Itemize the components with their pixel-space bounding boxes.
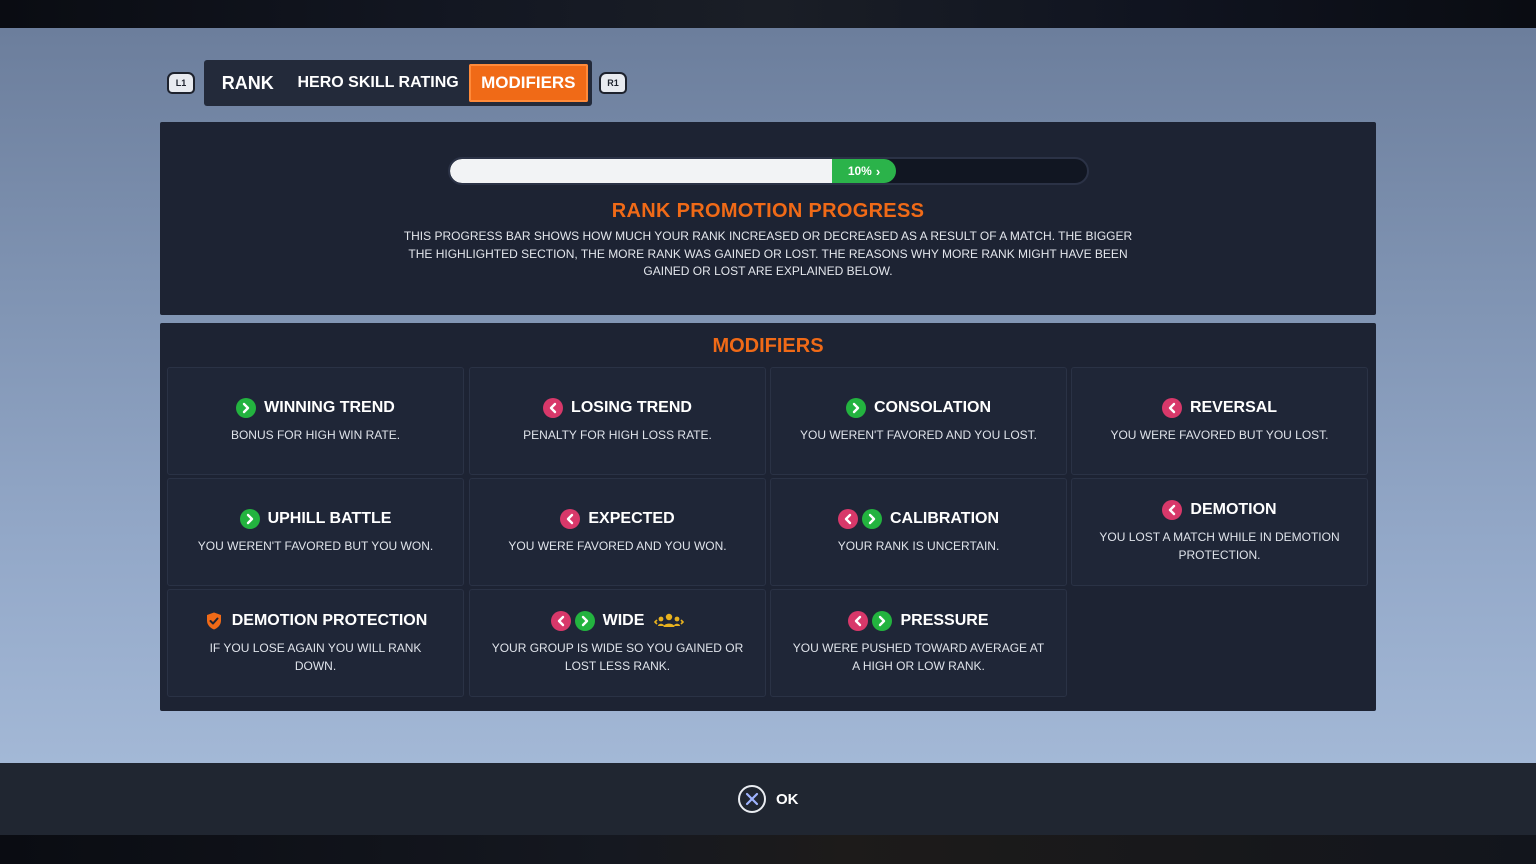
top-strip [0,0,1536,28]
modifier-card-expected: EXPECTED YOU WERE FAVORED AND YOU WON. [469,478,766,586]
ok-button[interactable]: OK [738,785,799,813]
modifier-card-title: DEMOTION PROTECTION [231,612,428,629]
modifier-card-header: UPHILL BATTLE [239,508,392,529]
rank-progress-bar: 10% › [448,157,1089,185]
modifier-card-header: EXPECTED [560,508,675,529]
down-chevron-icon [837,508,858,529]
shield-icon [204,611,224,631]
modifier-card-wide: WIDE YOUR GROUP IS WIDE SO YOU GAINED OR … [469,589,766,697]
modifiers-panel: MODIFIERS WINNING TREND BONUS FOR HIGH WI… [160,323,1376,711]
group-icon [648,611,685,631]
modifier-card-title: LOSING TREND [571,398,692,416]
modifier-card-header: CONSOLATION [845,397,992,418]
modifier-card-title: CONSOLATION [873,398,992,416]
progress-percent-label: 10% [847,164,872,178]
modifier-card-header: WINNING TREND [236,397,395,418]
cross-button-icon [738,785,766,813]
modifier-card-description: YOU WEREN'T FAVORED BUT YOU WON. [197,538,434,553]
modifier-card-description: YOU WERE PUSHED TOWARD AVERAGE AT A HIGH… [792,641,1045,673]
modifier-card-title: DEMOTION [1190,501,1277,518]
modifier-card-title: WINNING TREND [264,398,395,416]
modifier-card-title: REVERSAL [1189,398,1278,416]
modifier-card-calibration: CALIBRATION YOUR RANK IS UNCERTAIN. [770,478,1067,586]
modifier-card-description: YOUR RANK IS UNCERTAIN. [837,538,1000,553]
modifier-card-description: YOU WERE FAVORED AND YOU WON. [508,538,727,553]
modifier-card-winning-trend: WINNING TREND BONUS FOR HIGH WIN RATE. [167,367,464,475]
modifier-card-reversal: REVERSAL YOU WERE FAVORED BUT YOU LOST. [1071,367,1368,475]
up-chevron-icon [574,611,595,631]
modifier-card-header: LOSING TREND [543,397,692,418]
down-chevron-icon [848,611,869,631]
modifier-card-description: BONUS FOR HIGH WIN RATE. [230,427,401,442]
down-chevron-icon [1161,397,1182,418]
modifier-card-losing-trend: LOSING TREND PENALTY FOR HIGH LOSS RATE. [469,367,766,475]
up-chevron-icon [236,397,257,418]
modifier-card-demotion: DEMOTION YOU LOST A MATCH WHILE IN DEMOTI… [1071,478,1368,586]
modifiers-title: MODIFIERS [712,335,824,357]
up-chevron-icon [239,508,260,529]
modifier-card-consolation: CONSOLATION YOU WEREN'T FAVORED AND YOU L… [770,367,1067,475]
modifier-card-description: YOU WERE FAVORED BUT YOU LOST. [1110,427,1329,442]
modifier-card-header: PRESSURE [848,611,989,631]
down-chevron-icon [1162,500,1183,520]
progress-base-fill [450,159,832,183]
progress-description: THIS PROGRESS BAR SHOWS HOW MUCH YOUR RA… [403,229,1133,278]
l1-bumper-icon[interactable]: L1 [167,72,195,94]
ok-label: OK [776,790,799,808]
modifier-card-header: WIDE [550,611,685,631]
up-chevron-icon [861,508,882,529]
modifier-card-header: CALIBRATION [837,508,1000,529]
tab-rank[interactable]: RANK [208,64,288,102]
tab-bar: RANK HERO SKILL RATING MODIFIERS [204,60,592,106]
modifier-card-header: REVERSAL [1161,397,1278,418]
tab-modifiers[interactable]: MODIFIERS [468,64,588,102]
modifier-card-description: YOUR GROUP IS WIDE SO YOU GAINED OR LOST… [491,641,744,673]
modifier-card-title: PRESSURE [900,612,989,629]
rank-progress-panel: 10% › RANK PROMOTION PROGRESS THIS PROGR… [160,122,1376,315]
up-chevron-icon [872,611,893,631]
modifier-card-header: DEMOTION [1162,500,1277,520]
modifier-card-header: DEMOTION PROTECTION [204,611,428,631]
modifier-card-pressure: PRESSURE YOU WERE PUSHED TOWARD AVERAGE A… [770,589,1067,697]
modifier-card-description: YOU WEREN'T FAVORED AND YOU LOST. [799,427,1037,442]
tab-hero-skill-rating[interactable]: HERO SKILL RATING [288,64,469,102]
down-chevron-icon [560,508,581,529]
modifier-card-uphill-battle: UPHILL BATTLE YOU WEREN'T FAVORED BUT YOU… [167,478,464,586]
down-chevron-icon [543,397,564,418]
modifier-card-title: WIDE [602,612,645,629]
up-chevron-icon [845,397,866,418]
modifier-card-demotion-protection: DEMOTION PROTECTION IF YOU LOSE AGAIN YOU… [167,589,464,697]
modifier-card-title: CALIBRATION [889,509,1000,527]
progress-gain-fill: 10% › [832,159,896,183]
modifier-card-description: YOU LOST A MATCH WHILE IN DEMOTION PROTE… [1099,530,1340,562]
modifier-card-description: IF YOU LOSE AGAIN YOU WILL RANK DOWN. [209,641,422,673]
progress-title: RANK PROMOTION PROGRESS [611,200,925,222]
modifier-card-description: PENALTY FOR HIGH LOSS RATE. [523,427,712,442]
modifier-card-title: UPHILL BATTLE [267,509,392,527]
bottom-strip [0,835,1536,864]
chevron-right-icon: › [875,163,881,179]
r1-bumper-icon[interactable]: R1 [599,72,627,94]
down-chevron-icon [550,611,571,631]
modifier-card-title: EXPECTED [588,509,675,527]
